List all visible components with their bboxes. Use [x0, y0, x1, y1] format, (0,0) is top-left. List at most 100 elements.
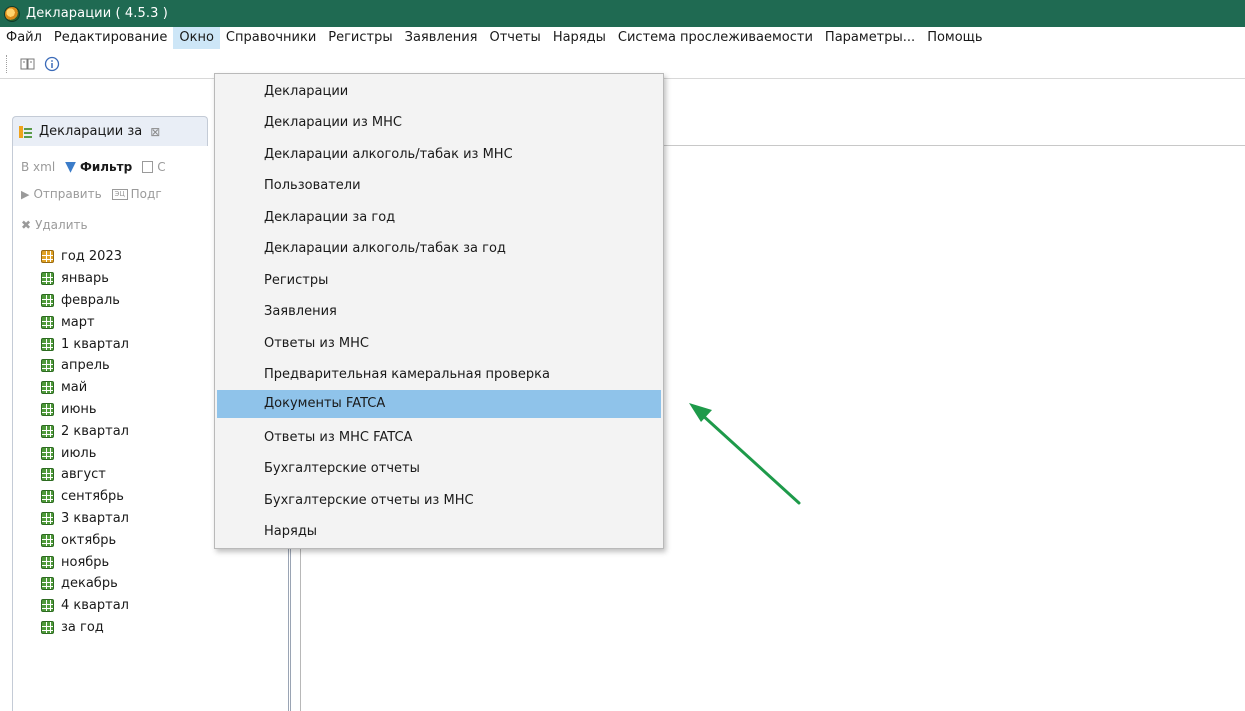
window-menu-item[interactable]: Бухгалтерские отчеты из МНС: [217, 487, 661, 515]
tree-item[interactable]: 3 квартал: [41, 508, 129, 530]
menu-help[interactable]: Помощь: [921, 27, 988, 49]
window-menu-item[interactable]: Декларации алкоголь/табак за год: [217, 235, 661, 263]
info-icon[interactable]: [42, 54, 62, 74]
send-label: Отправить: [33, 187, 102, 201]
tree-item[interactable]: за год: [41, 617, 129, 639]
tree-item[interactable]: 1 квартал: [41, 333, 129, 355]
menu-reports[interactable]: Отчеты: [483, 27, 546, 49]
tree-item[interactable]: октябрь: [41, 529, 129, 551]
toolbar-grip: [6, 54, 10, 73]
panel-toolbar-row-1: В xml ▼ Фильтр С: [21, 156, 176, 178]
tree-item[interactable]: август: [41, 464, 129, 486]
menu-directories[interactable]: Справочники: [220, 27, 322, 49]
grid-icon: [41, 315, 54, 329]
filter-label: Фильтр: [79, 160, 133, 174]
tree-item-label: февраль: [61, 292, 120, 308]
tree-item[interactable]: май: [41, 377, 129, 399]
tree-item[interactable]: 2 квартал: [41, 420, 129, 442]
play-icon: ▶: [21, 187, 30, 201]
window-menu-item[interactable]: Наряды: [217, 518, 661, 546]
grid-icon: [41, 446, 54, 460]
window-menu-item[interactable]: Декларации за год: [217, 204, 661, 232]
window-menu-item[interactable]: Регистры: [217, 267, 661, 295]
tree-item[interactable]: февраль: [41, 290, 129, 312]
menu-edit[interactable]: Редактирование: [48, 27, 173, 49]
window-menu-item[interactable]: Пользователи: [217, 172, 661, 200]
grid-icon: [41, 620, 54, 634]
grid-icon: [41, 381, 54, 395]
delete-button[interactable]: ✖ Удалить: [21, 218, 88, 232]
sign-button[interactable]: ЭЦ Подг: [111, 187, 162, 201]
tree-item-label: ноябрь: [61, 554, 110, 570]
window-menu-item[interactable]: Предварительная камеральная проверка: [217, 361, 661, 389]
tree-item-label: год 2023: [61, 249, 122, 265]
tree-item-label: 1 квартал: [61, 336, 129, 352]
tree-item[interactable]: апрель: [41, 355, 129, 377]
window-menu-item[interactable]: Заявления: [217, 298, 661, 326]
menu-window[interactable]: Окно: [173, 27, 220, 49]
tree-item[interactable]: сентябрь: [41, 486, 129, 508]
grid-icon: [41, 272, 54, 286]
close-icon[interactable]: ⊠: [150, 125, 160, 139]
window-menu-item[interactable]: Ответы из МНС FATCA: [217, 424, 661, 452]
declarations-view-tab[interactable]: Декларации за ⊠: [12, 116, 208, 146]
tree-root-item[interactable]: год 2023: [41, 246, 129, 268]
window-menu-item[interactable]: Бухгалтерские отчеты: [217, 455, 661, 483]
grid-icon: [41, 468, 54, 482]
view-tab-label: Декларации за: [39, 124, 143, 139]
tree-item-label: январь: [61, 271, 109, 287]
declarations-view-icon: [19, 125, 33, 139]
menu-file[interactable]: Файл: [0, 27, 48, 49]
panel-toolbar-row-2: ▶ Отправить ЭЦ Подг: [21, 183, 172, 205]
send-button[interactable]: ▶ Отправить: [21, 187, 102, 201]
tree-item[interactable]: июль: [41, 442, 129, 464]
export-xml-label: В xml: [21, 160, 56, 174]
tree-item-label: за год: [61, 619, 104, 635]
split-view-icon[interactable]: [18, 54, 38, 74]
grid-icon: [41, 577, 54, 591]
grid-icon: [41, 293, 54, 307]
menu-traceability[interactable]: Система прослеживаемости: [612, 27, 819, 49]
menu-registers[interactable]: Регистры: [322, 27, 398, 49]
window-title: Декларации ( 4.5.3 ): [26, 6, 168, 21]
delete-label: Удалить: [35, 218, 88, 232]
window-menu-item[interactable]: Декларации из МНС: [217, 109, 661, 137]
tree-item[interactable]: июнь: [41, 399, 129, 421]
tree-item-label: май: [61, 380, 88, 396]
year-grid-icon: [41, 250, 54, 264]
menu-parameters[interactable]: Параметры...: [819, 27, 921, 49]
tree-item-label: июль: [61, 445, 97, 461]
window-menu-item[interactable]: Ответы из МНС: [217, 330, 661, 358]
tree-item-label: октябрь: [61, 532, 117, 548]
copy-button[interactable]: С: [142, 160, 166, 174]
copy-label: С: [157, 160, 166, 174]
signature-icon: ЭЦ: [111, 188, 128, 200]
title-bar: Декларации ( 4.5.3 ): [0, 0, 1245, 27]
filter-button[interactable]: ▼ Фильтр: [65, 159, 132, 175]
window-menu-item-fatca-documents[interactable]: Документы FATCA: [217, 390, 661, 418]
tree-item-label: декабрь: [61, 576, 118, 592]
menu-work-orders[interactable]: Наряды: [547, 27, 612, 49]
window-menu-item[interactable]: Декларации алкоголь/табак из МНС: [217, 141, 661, 169]
grid-icon: [41, 599, 54, 613]
tree-item[interactable]: ноябрь: [41, 551, 129, 573]
window-menu-item[interactable]: Декларации: [217, 78, 661, 106]
export-xml-button[interactable]: В xml: [21, 160, 55, 174]
tree-item[interactable]: декабрь: [41, 573, 129, 595]
tree-item-label: 2 квартал: [61, 423, 129, 439]
tree-item[interactable]: март: [41, 311, 129, 333]
period-tree: год 2023 январь февраль март 1 квартал а…: [41, 246, 129, 638]
tree-item-label: июнь: [61, 401, 97, 417]
document-icon: [142, 161, 154, 173]
menu-applications[interactable]: Заявления: [399, 27, 484, 49]
tree-item[interactable]: 4 квартал: [41, 595, 129, 617]
grid-icon: [41, 337, 54, 351]
tree-item-label: 3 квартал: [61, 510, 129, 526]
tree-item-label: сентябрь: [61, 489, 124, 505]
grid-icon: [41, 490, 54, 504]
app-logo-icon: [4, 5, 20, 22]
tree-item[interactable]: январь: [41, 268, 129, 290]
menu-bar: Файл Редактирование Окно Справочники Рег…: [0, 27, 1245, 49]
tree-item-label: март: [61, 314, 95, 330]
tree-item-label: август: [61, 467, 106, 483]
